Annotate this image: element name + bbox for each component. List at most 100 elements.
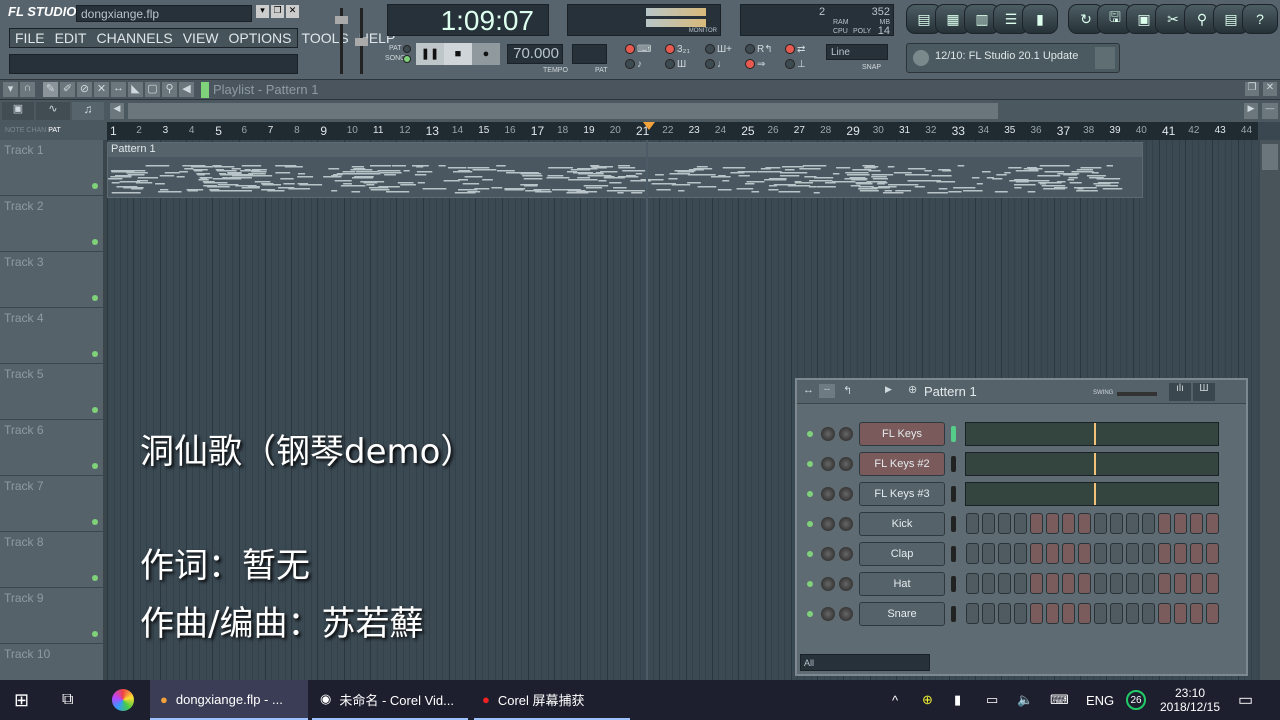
track-led[interactable] xyxy=(92,575,98,581)
step-button[interactable] xyxy=(1030,543,1043,564)
stop-button[interactable]: ■ xyxy=(444,43,472,65)
track-header[interactable]: Track 6 xyxy=(0,420,103,476)
pan-knob[interactable] xyxy=(821,577,835,591)
scroll-left-icon[interactable]: ◀ xyxy=(110,103,124,119)
help-icon[interactable]: ? xyxy=(1242,4,1278,34)
track-header[interactable]: Track 8 xyxy=(0,532,103,588)
step-button[interactable] xyxy=(1014,573,1027,594)
channel-select-indicator[interactable] xyxy=(951,576,956,592)
volume-knob[interactable] xyxy=(839,427,853,441)
step-button[interactable] xyxy=(998,573,1011,594)
record-button[interactable]: ● xyxy=(472,43,500,65)
step-button[interactable] xyxy=(1078,513,1091,534)
tab-audio-icon[interactable]: ▣ xyxy=(2,102,34,120)
pan-knob[interactable] xyxy=(821,427,835,441)
volume-knob[interactable] xyxy=(839,607,853,621)
dropdown-icon[interactable]: ▾ xyxy=(256,5,269,18)
step-edit-led[interactable] xyxy=(705,44,715,54)
brush-icon[interactable]: ✐ xyxy=(60,82,75,97)
tab-pattern-icon[interactable]: ♫ xyxy=(72,102,104,120)
step-button[interactable] xyxy=(982,603,995,624)
swing-slider[interactable] xyxy=(1117,392,1157,396)
step-button[interactable] xyxy=(1046,513,1059,534)
channel-mute-led[interactable] xyxy=(807,461,813,467)
countdown-led[interactable] xyxy=(665,44,675,54)
vertical-scroll-thumb[interactable] xyxy=(1262,144,1278,170)
step-button[interactable] xyxy=(1206,603,1219,624)
step-button[interactable] xyxy=(1110,543,1123,564)
channel-mute-led[interactable] xyxy=(807,581,813,587)
taskbar-item-corel-capture[interactable]: ● Corel 屏幕捕获 xyxy=(474,680,630,720)
zoom-out-icon[interactable]: — xyxy=(1262,103,1278,119)
step-button[interactable] xyxy=(1174,603,1187,624)
step-button[interactable] xyxy=(998,543,1011,564)
channel-mute-led[interactable] xyxy=(807,431,813,437)
step-button[interactable] xyxy=(1142,603,1155,624)
step-button[interactable] xyxy=(966,603,979,624)
step-button[interactable] xyxy=(1030,573,1043,594)
select-icon[interactable]: ▢ xyxy=(145,82,160,97)
channel-select-indicator[interactable] xyxy=(951,456,956,472)
step-button[interactable] xyxy=(1142,513,1155,534)
step-button[interactable] xyxy=(1206,573,1219,594)
tab-chan[interactable]: CHAN xyxy=(26,127,46,134)
step-button[interactable] xyxy=(1206,543,1219,564)
menu-edit[interactable]: EDIT xyxy=(55,30,87,46)
step-button[interactable] xyxy=(1062,513,1075,534)
clock[interactable]: 23:10 2018/12/15 xyxy=(1156,680,1224,720)
playback-icon[interactable]: ◀ xyxy=(179,82,194,97)
playhead-marker[interactable] xyxy=(643,122,656,130)
pan-knob[interactable] xyxy=(821,517,835,531)
vertical-scrollbar[interactable] xyxy=(1260,140,1280,680)
step-button[interactable] xyxy=(1046,573,1059,594)
track-header[interactable]: Track 4 xyxy=(0,308,103,364)
tab-note[interactable]: NOTE xyxy=(5,127,24,134)
horizontal-scrollbar[interactable] xyxy=(128,103,998,119)
step-button[interactable] xyxy=(1126,573,1139,594)
step-button[interactable] xyxy=(1206,513,1219,534)
channel-button[interactable]: Snare xyxy=(859,602,945,626)
track-header[interactable]: Track 2 xyxy=(0,196,103,252)
step-button[interactable] xyxy=(982,573,995,594)
track-header[interactable]: Track 3 xyxy=(0,252,103,308)
song-time-display[interactable]: 1:09:07 xyxy=(387,4,549,36)
channel-mute-led[interactable] xyxy=(807,551,813,557)
track-led[interactable] xyxy=(92,295,98,301)
volume-knob[interactable] xyxy=(839,487,853,501)
multilink-led[interactable] xyxy=(785,59,795,69)
pause-button[interactable]: ❚❚ xyxy=(416,43,444,65)
track-led[interactable] xyxy=(92,463,98,469)
menu-file[interactable]: FILE xyxy=(15,30,45,46)
task-view-icon[interactable]: ⧉ xyxy=(62,680,73,720)
song-mode-led[interactable] xyxy=(403,55,411,63)
pat-mode-led[interactable] xyxy=(403,45,411,53)
track-led[interactable] xyxy=(92,519,98,525)
action-center-icon[interactable]: ▭ xyxy=(1238,680,1253,720)
undo-icon[interactable]: ↰ xyxy=(843,384,852,397)
channel-button[interactable]: FL Keys #3 xyxy=(859,482,945,506)
track-led[interactable] xyxy=(92,239,98,245)
taskbar-item-flstudio[interactable]: ● dongxiange.flp - ... xyxy=(150,680,308,720)
step-button[interactable] xyxy=(1110,573,1123,594)
channel-mute-led[interactable] xyxy=(807,521,813,527)
channel-select-indicator[interactable] xyxy=(951,546,956,562)
slip-icon[interactable]: ↔ xyxy=(111,82,126,97)
channel-mute-led[interactable] xyxy=(807,611,813,617)
volume-knob[interactable] xyxy=(839,577,853,591)
snap-select[interactable]: Line xyxy=(826,44,888,60)
channel-select-indicator[interactable] xyxy=(951,426,956,442)
step-button[interactable] xyxy=(1158,573,1171,594)
scroll-led[interactable] xyxy=(745,59,755,69)
step-button[interactable] xyxy=(1142,543,1155,564)
channel-mute-led[interactable] xyxy=(807,491,813,497)
blend-led[interactable] xyxy=(785,44,795,54)
tray-app-icon[interactable]: ⊕ xyxy=(922,680,933,720)
playlist-menu-icon[interactable]: ▾ xyxy=(3,82,18,97)
track-header[interactable]: Track 9 xyxy=(0,588,103,644)
arrow-icon[interactable]: ▶ xyxy=(885,384,892,395)
step-button[interactable] xyxy=(1158,603,1171,624)
taskbar-item-corel-video[interactable]: ◉ 未命名 - Corel Vid... xyxy=(312,680,468,720)
step-button[interactable] xyxy=(1030,603,1043,624)
color-app-icon[interactable] xyxy=(112,689,134,711)
step-button[interactable] xyxy=(1174,543,1187,564)
